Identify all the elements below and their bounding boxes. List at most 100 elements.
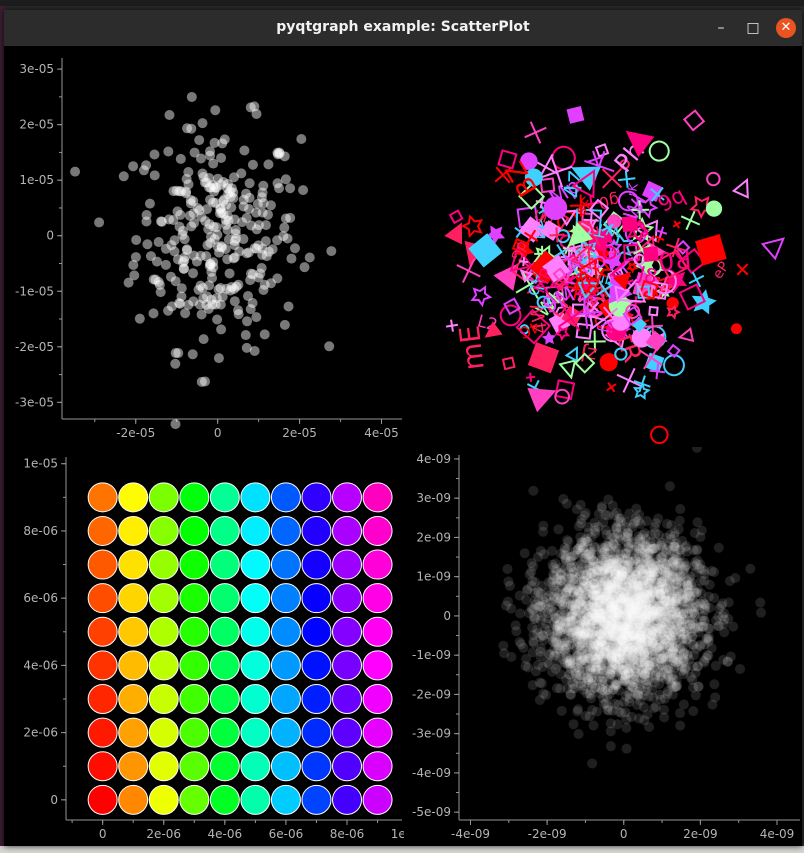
window-titlebar[interactable]: pyqtgraph example: ScatterPlot – □ ✕ <box>4 10 802 46</box>
cloud-point <box>632 580 643 591</box>
y-tick-label: -2e-09 <box>412 687 451 701</box>
grid-point <box>118 583 149 614</box>
symbol-cluster: rKFhMpQNarkxemTMgngRg0Wb4zFr7GPhAb4WePL2… <box>444 105 786 445</box>
grid-point <box>301 616 332 647</box>
grid-point <box>240 650 271 681</box>
cloud-point <box>519 548 530 559</box>
grid-point <box>179 717 210 748</box>
cloud-point <box>703 591 714 602</box>
scatter-point <box>129 270 140 281</box>
scatter-point <box>247 159 258 170</box>
scatter-point <box>176 283 187 294</box>
cloud-point <box>575 540 586 551</box>
grid-point <box>87 482 118 513</box>
grid-point <box>148 482 179 513</box>
scatter-plot-bottom-left[interactable]: 0 2e-06 4e-06 6e-06 8e-06 1e-05 0 2e-06 4e-06 6e-… <box>4 447 404 846</box>
scatter-point <box>141 160 152 171</box>
scatter-plot-top-left[interactable]: -2e-05 0 2e-05 4e-05 -3e-05 -2e-05 -1e-05 0 1e-0… <box>4 46 404 447</box>
cloud-point <box>515 608 526 619</box>
grid-point <box>87 650 118 681</box>
close-button[interactable]: ✕ <box>776 18 796 38</box>
cloud-point <box>673 591 684 602</box>
symbol-text: mE <box>453 324 491 372</box>
grid-point <box>148 650 179 681</box>
y-tick-label: 1e-05 <box>23 457 58 471</box>
scatter-point <box>144 198 155 209</box>
scatter-point <box>153 276 164 287</box>
scatter-point <box>215 299 226 310</box>
grid-point <box>362 482 393 513</box>
scatter-point <box>213 353 224 364</box>
grid-point <box>118 684 149 714</box>
cloud-point <box>723 597 734 608</box>
scatter-point <box>184 210 195 221</box>
cloud-point <box>526 558 537 569</box>
cloud-point <box>633 713 644 724</box>
grid-point <box>179 515 210 546</box>
scatter-point <box>215 203 226 214</box>
scatter-point <box>195 250 206 261</box>
symbol-star <box>541 330 556 345</box>
cloud-point <box>685 623 696 634</box>
scatter-point <box>141 210 152 221</box>
cloud-point <box>654 564 665 575</box>
grid-point <box>148 515 179 546</box>
cloud-point <box>553 524 564 535</box>
cloud-point <box>675 504 686 515</box>
cloud-point <box>511 626 522 637</box>
scatter-point <box>226 183 237 194</box>
cloud-point <box>561 674 572 685</box>
scatter-point <box>296 133 307 144</box>
symbol-square <box>642 246 659 262</box>
scatter-point <box>131 234 142 245</box>
symbol-plus <box>524 121 547 144</box>
grid-point <box>362 784 393 815</box>
scatter-point <box>251 207 262 218</box>
symbol-circle <box>543 196 568 220</box>
plot-area[interactable]: -2e-05 0 2e-05 4e-05 -3e-05 -2e-05 -1e-05 0 1e-0… <box>4 46 802 846</box>
desktop-bottom-strip <box>0 846 804 853</box>
cloud-point <box>689 597 700 608</box>
cloud-point <box>755 597 766 608</box>
cloud-point <box>540 623 551 634</box>
cloud-point <box>588 720 599 731</box>
grid-point <box>209 515 240 546</box>
cloud-point <box>700 605 711 616</box>
symbol-circle <box>730 323 742 335</box>
scatter-point <box>251 108 262 119</box>
grid-point <box>118 784 149 815</box>
cloud-point <box>617 657 628 668</box>
cloud-point <box>600 683 611 694</box>
scatter-point <box>204 280 215 291</box>
cloud-point <box>713 542 724 553</box>
cloud-point <box>636 633 647 644</box>
scatter-point <box>201 204 212 215</box>
symbol-square <box>666 343 681 359</box>
cloud-point <box>645 594 656 605</box>
grid-point <box>118 751 149 782</box>
y-tick-label: -4e-09 <box>412 766 451 780</box>
x-tick-label: 0 <box>620 827 628 841</box>
scatter-point <box>278 231 289 242</box>
scatter-plot-bottom-right[interactable]: -4e-09 -2e-09 0 2e-09 4e-09 4e-09 3e-09 2e-09 1e… <box>404 447 802 846</box>
scatter-point <box>259 279 270 290</box>
cloud-point <box>692 661 703 672</box>
cloud-point <box>526 566 537 577</box>
grid-point <box>332 684 363 714</box>
grid-point <box>118 515 149 546</box>
scatter-point <box>225 285 236 296</box>
cloud-point <box>562 683 573 694</box>
scatter-plot-top-right[interactable]: rKFhMpQNarkxemTMgngRg0Wb4zFr7GPhAb4WePL2… <box>404 46 802 447</box>
cloud-point <box>502 563 513 574</box>
scatter-point <box>171 185 182 196</box>
scatter-point <box>157 216 168 227</box>
cloud-point <box>659 712 670 723</box>
maximize-button[interactable]: □ <box>743 18 763 38</box>
cloud-point <box>537 661 548 672</box>
minimize-button[interactable]: – <box>711 18 731 38</box>
scatter-point <box>260 220 271 231</box>
symbol-cross <box>680 210 701 231</box>
scatter-point <box>183 299 194 310</box>
cloud-point <box>618 641 629 652</box>
scatter-point <box>196 309 207 320</box>
